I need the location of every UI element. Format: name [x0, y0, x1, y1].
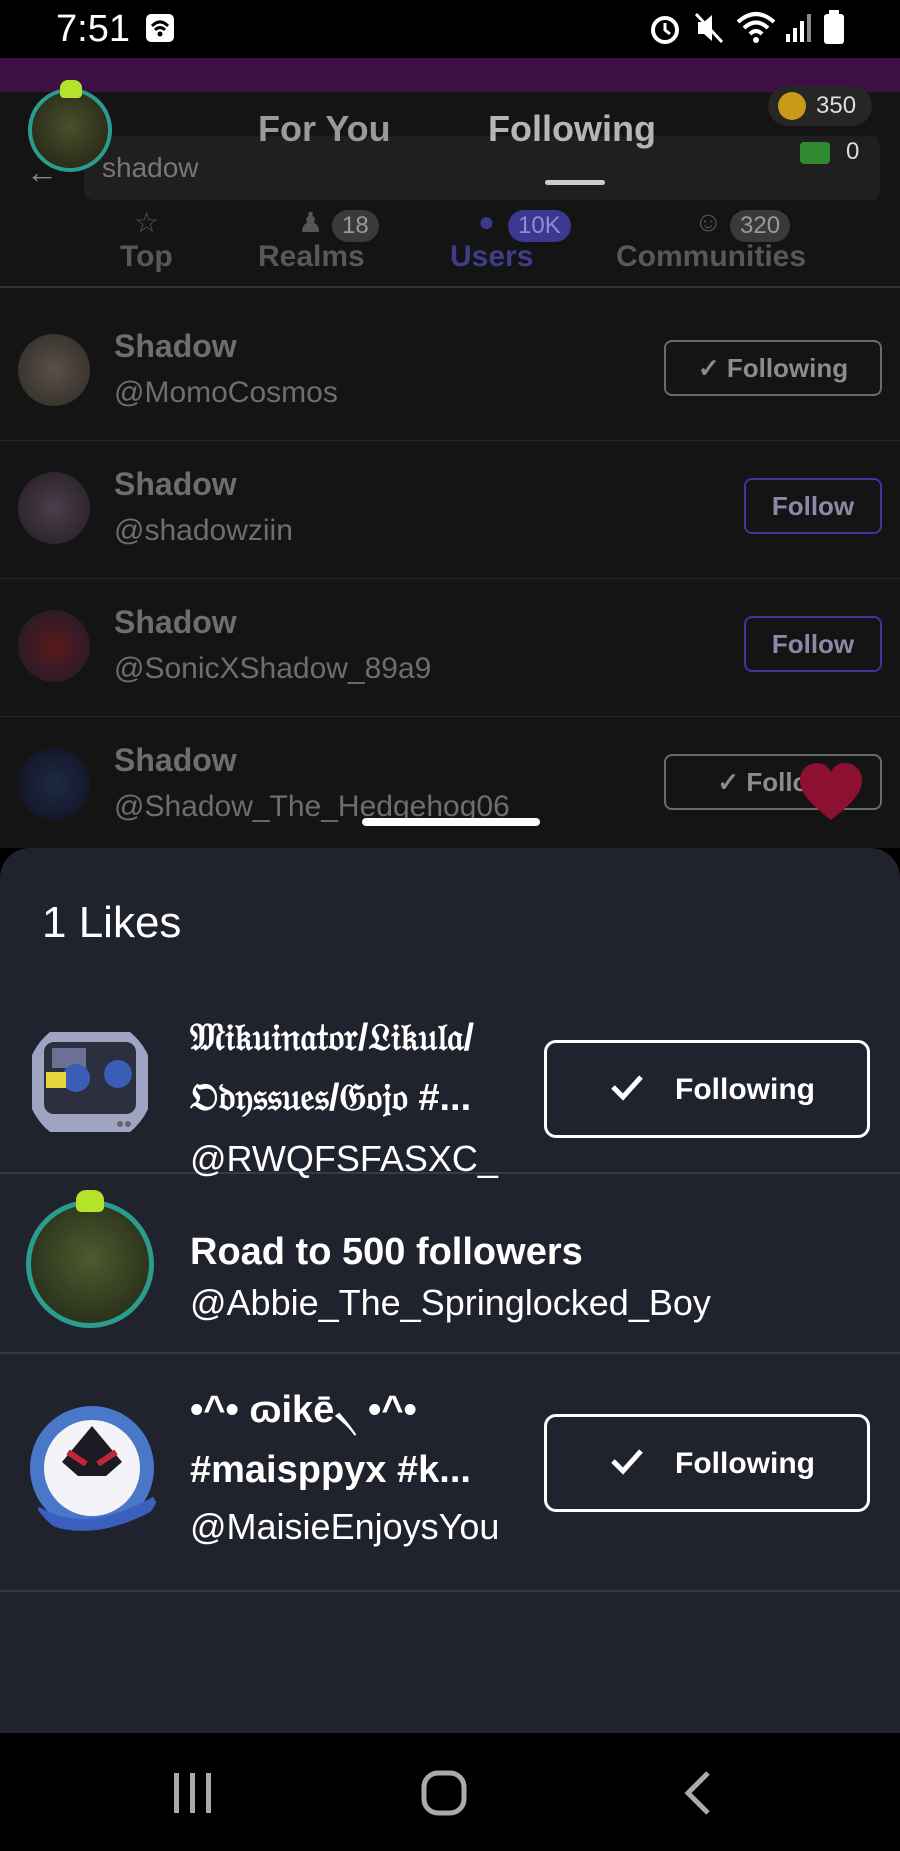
- profile-avatar[interactable]: [28, 88, 112, 172]
- avatar: [18, 610, 90, 682]
- recent-apps-icon[interactable]: [170, 1771, 216, 1815]
- divider: [0, 286, 900, 288]
- following-label: Following: [675, 1447, 815, 1480]
- avatar: [30, 1406, 159, 1531]
- check-icon: ✓: [717, 767, 747, 797]
- check-icon: [611, 1075, 643, 1101]
- communities-count-badge: 320: [730, 210, 791, 242]
- back-icon[interactable]: [682, 1769, 714, 1817]
- like-user-row[interactable]: 𝔐𝔦𝔨𝔲𝔦𝔫𝔞𝔱𝔬𝔯/𝔏𝔦𝔨𝔲𝔩𝔞/ 𝔒𝔡𝔶𝔰𝔰𝔲𝔢𝔰/𝔊𝔬𝔧𝔬 #... @R…: [0, 992, 900, 1179]
- user-name: Shadow: [114, 742, 237, 778]
- following-label: Following: [675, 1073, 815, 1106]
- avatar: [26, 1200, 154, 1328]
- community-icon: ☺: [694, 206, 723, 237]
- cash-icon: [800, 142, 830, 164]
- following-button[interactable]: ✓ Following: [664, 340, 882, 396]
- search-result-row[interactable]: Shadow @Shadow_The_Hedgehog06 ✓ Follow: [0, 716, 900, 848]
- coin-balance[interactable]: 350: [768, 86, 872, 126]
- follow-button[interactable]: Follow: [744, 478, 882, 534]
- likes-sheet: 1 Likes 𝔐𝔦𝔨𝔲𝔦𝔫𝔞𝔱𝔬𝔯/𝔏𝔦𝔨𝔲𝔩𝔞/ 𝔒𝔡𝔶𝔰𝔰𝔲𝔢𝔰/𝔊𝔬𝔧𝔬…: [0, 848, 900, 1733]
- cash-count: 0: [846, 138, 860, 165]
- like-user-handle: @MaisieEnjoysYou: [190, 1506, 500, 1547]
- check-icon: [611, 1449, 643, 1475]
- wifi-calling-icon: [146, 14, 174, 42]
- tv-avatar: [32, 1032, 148, 1132]
- button-label: Following: [726, 353, 849, 383]
- users-count-badge: 10K: [508, 210, 571, 242]
- tab-for-you[interactable]: For You: [258, 108, 391, 150]
- like-user-row[interactable]: Road to 500 followers @Abbie_The_Springl…: [0, 1174, 900, 1354]
- category-users[interactable]: Users: [450, 240, 533, 274]
- mute-icon: [694, 12, 724, 44]
- heart-icon[interactable]: [798, 760, 864, 826]
- frog-badge-icon: [60, 80, 82, 98]
- search-query: shadow: [102, 152, 199, 183]
- like-user-name: 𝔐𝔦𝔨𝔲𝔦𝔫𝔞𝔱𝔬𝔯/𝔏𝔦𝔨𝔲𝔩𝔞/: [190, 1017, 475, 1059]
- trending-icon: ☆: [134, 207, 160, 238]
- category-communities[interactable]: Communities: [616, 240, 806, 274]
- wifi-icon: [736, 12, 776, 43]
- user-icon: ●: [478, 206, 495, 237]
- realm-icon: ♟: [298, 207, 324, 238]
- avatar: [18, 334, 90, 406]
- search-result-row[interactable]: Shadow @MomoCosmos ✓ Following: [0, 302, 900, 441]
- category-realms[interactable]: Realms: [258, 240, 365, 274]
- home-icon[interactable]: [420, 1769, 470, 1817]
- realms-count-badge: 18: [332, 210, 379, 242]
- status-time: 7:51: [56, 8, 130, 50]
- system-nav-bar: [0, 1733, 900, 1851]
- like-user-name-cont: 𝔒𝔡𝔶𝔰𝔰𝔲𝔢𝔰/𝔊𝔬𝔧𝔬 #...: [190, 1077, 472, 1119]
- search-result-row[interactable]: Shadow @shadowziin Follow: [0, 440, 900, 579]
- follow-button[interactable]: Follow: [744, 616, 882, 672]
- category-top[interactable]: Top: [120, 240, 173, 274]
- user-name: Shadow: [114, 466, 237, 502]
- avatar: [18, 748, 90, 820]
- user-name: Shadow: [114, 328, 237, 364]
- signal-icon: [786, 14, 811, 42]
- avatar: [18, 472, 90, 544]
- user-handle: @SonicXShadow_89a9: [114, 652, 432, 685]
- active-tab-indicator: [545, 180, 605, 185]
- user-handle: @MomoCosmos: [114, 376, 338, 409]
- like-user-name: Road to 500 followers: [190, 1231, 583, 1273]
- battery-icon: [824, 10, 844, 44]
- check-icon: ✓: [697, 353, 727, 383]
- like-user-row[interactable]: •^• ɷikē৲ •^• #maisppyx #k... @MaisieEnj…: [0, 1354, 900, 1592]
- search-result-row[interactable]: Shadow @SonicXShadow_89a9 Follow: [0, 578, 900, 717]
- sheet-drag-handle[interactable]: [362, 818, 540, 826]
- like-user-handle: @Abbie_The_Springlocked_Boy: [190, 1282, 711, 1323]
- coin-count: 350: [816, 92, 857, 119]
- search-screen: shadow ← For You Following 350 0 ☆ Top ♟…: [0, 58, 900, 848]
- like-user-name: •^• ɷikē৲ •^•: [190, 1389, 417, 1431]
- user-handle: @shadowziin: [114, 514, 293, 547]
- following-button[interactable]: Following: [544, 1414, 870, 1512]
- following-button[interactable]: Following: [544, 1040, 870, 1138]
- coin-icon: [778, 92, 806, 120]
- frog-badge-icon: [76, 1190, 104, 1212]
- alarm-icon: [651, 16, 679, 44]
- status-bar: 7:51: [0, 0, 900, 58]
- search-input[interactable]: shadow: [84, 136, 880, 200]
- tab-following[interactable]: Following: [488, 108, 656, 150]
- like-user-name-cont: #maisppyx #k...: [190, 1449, 471, 1491]
- header-strip: [0, 58, 900, 92]
- likes-title: 1 Likes: [42, 898, 182, 947]
- user-name: Shadow: [114, 604, 237, 640]
